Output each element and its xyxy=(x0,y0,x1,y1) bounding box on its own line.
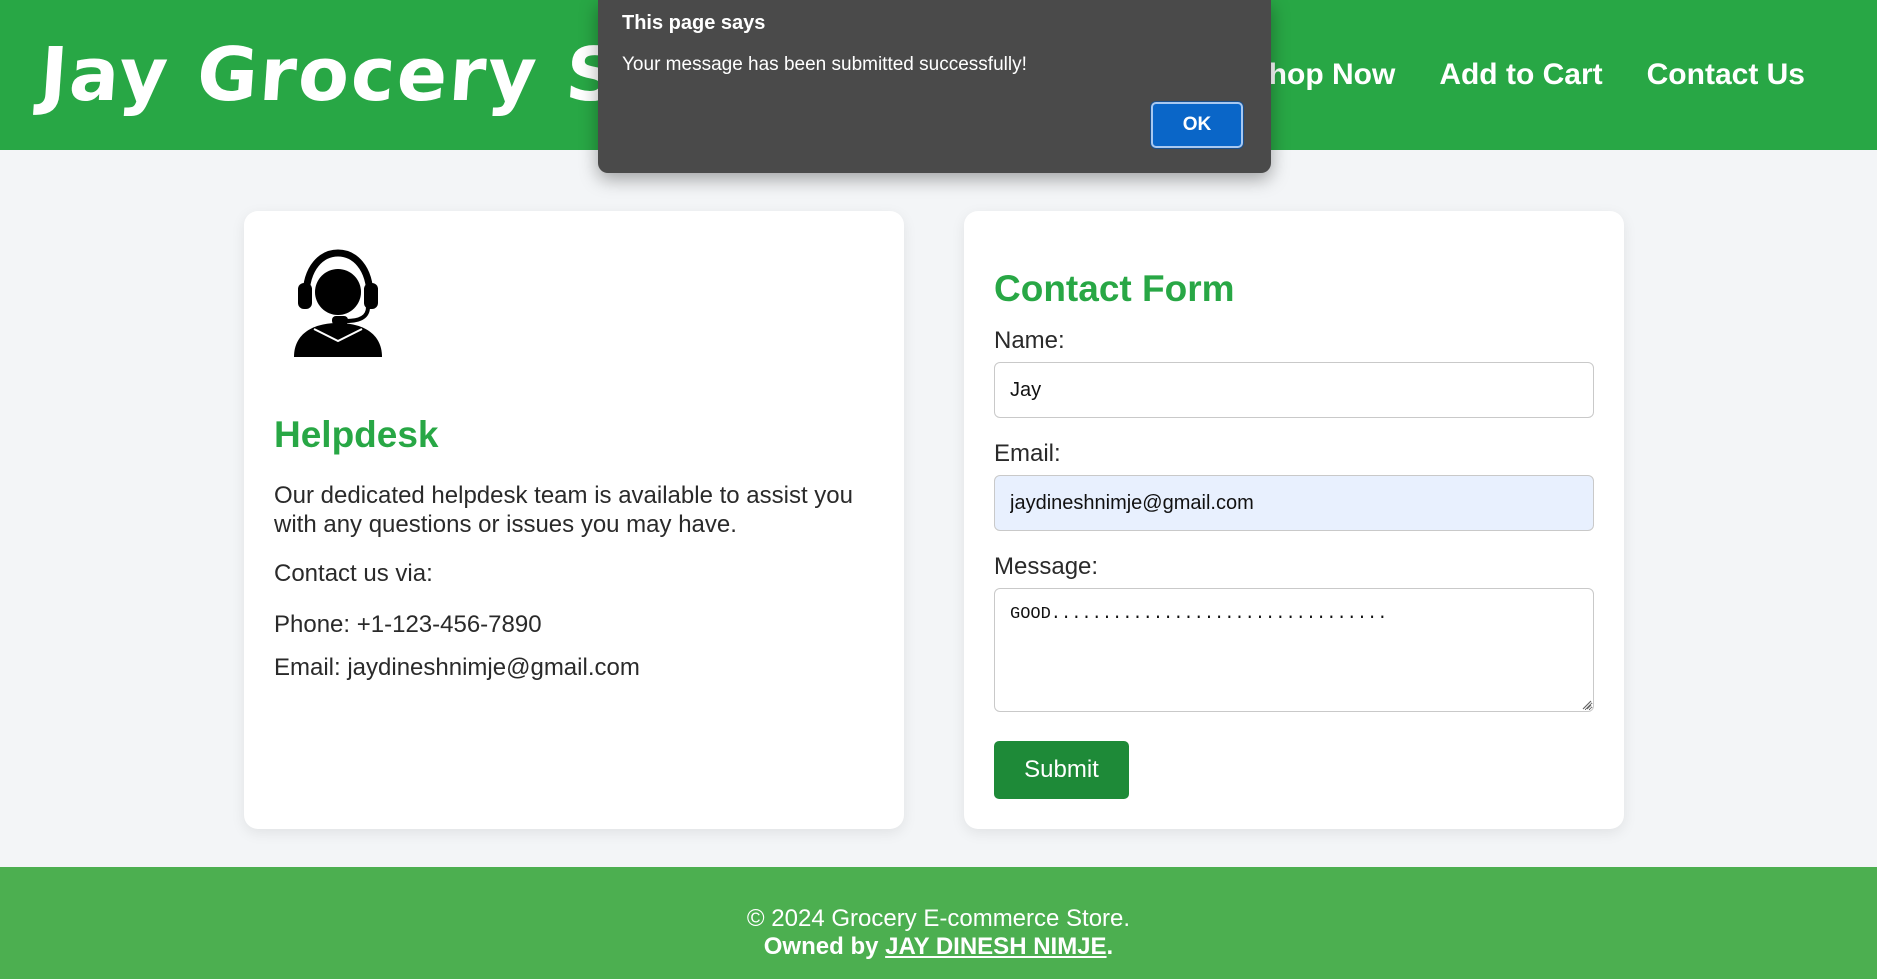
message-textarea[interactable]: GOOD................................. xyxy=(994,588,1594,712)
helpdesk-email: Email: jaydineshnimje@gmail.com xyxy=(274,654,640,681)
main-nav: Shop Now Add to Cart Contact Us xyxy=(1249,58,1805,92)
helpdesk-title: Helpdesk xyxy=(274,414,439,455)
helpdesk-description: Our dedicated helpdesk team is available… xyxy=(274,482,853,538)
submit-button[interactable]: Submit xyxy=(994,741,1129,799)
support-agent-icon xyxy=(294,249,382,357)
helpdesk-card: Helpdesk Our dedicated helpdesk team is … xyxy=(244,211,904,829)
dialog-ok-button[interactable]: OK xyxy=(1151,102,1243,148)
owner-link[interactable]: JAY DINESH NIMJE xyxy=(885,933,1106,960)
site-footer: © 2024 Grocery E-commerce Store. Owned b… xyxy=(0,867,1877,979)
footer-owned-label: Owned by xyxy=(763,933,879,960)
message-label: Message: xyxy=(994,553,1099,580)
nav-add-to-cart[interactable]: Add to Cart xyxy=(1439,58,1602,92)
nav-contact-us[interactable]: Contact Us xyxy=(1647,58,1805,92)
email-input[interactable] xyxy=(994,475,1594,531)
contact-form-title: Contact Form xyxy=(994,268,1235,309)
alert-dialog: This page says Your message has been sub… xyxy=(598,0,1271,173)
helpdesk-phone: Phone: +1-123-456-7890 xyxy=(274,611,542,638)
contact-form-card: Contact Form Name: Email: Message: GOOD.… xyxy=(964,211,1624,829)
email-label: Email: xyxy=(994,440,1061,467)
contact-via-label: Contact us via: xyxy=(274,560,433,587)
resize-grip-icon[interactable] xyxy=(1580,698,1592,710)
name-label: Name: xyxy=(994,327,1065,354)
footer-owned-by: Owned by JAY DINESH NIMJE. xyxy=(0,933,1877,961)
footer-period: . xyxy=(1106,933,1114,960)
footer-copyright: © 2024 Grocery E-commerce Store. xyxy=(746,905,1131,932)
dialog-message: Your message has been submitted successf… xyxy=(622,54,1027,75)
name-input[interactable] xyxy=(994,362,1594,418)
dialog-title: This page says xyxy=(622,12,766,34)
